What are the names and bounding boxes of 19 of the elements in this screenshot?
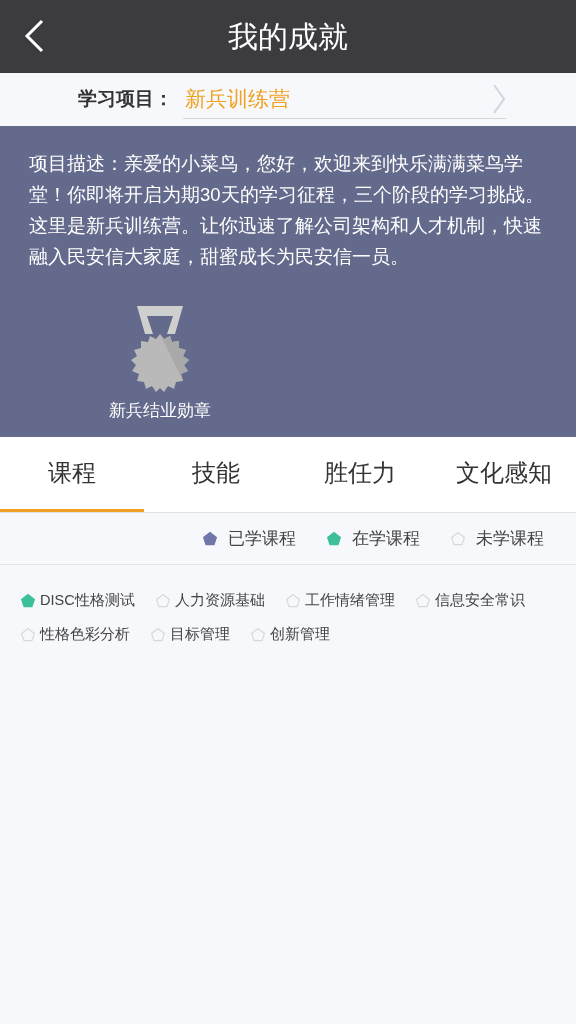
legend-label: 已学课程: [228, 527, 296, 550]
tab[interactable]: 课程: [0, 437, 144, 512]
course-item[interactable]: 创新管理: [250, 625, 330, 644]
tab[interactable]: 技能: [144, 437, 288, 512]
course-item[interactable]: 性格色彩分析: [20, 625, 130, 644]
badge-label: 新兵结业勋章: [109, 399, 211, 422]
page-title: 我的成就: [228, 19, 348, 55]
course-item[interactable]: 工作情绪管理: [284, 591, 395, 610]
legend-label: 未学课程: [476, 527, 544, 550]
course-item[interactable]: 信息安全常识: [414, 591, 525, 610]
course-item[interactable]: DISC性格测试: [20, 591, 135, 610]
legend-label: 在学课程: [352, 527, 420, 550]
chevron-right-icon: [492, 83, 506, 115]
tab[interactable]: 文化感知: [432, 437, 576, 512]
course-item[interactable]: 目标管理: [150, 625, 230, 644]
course-item[interactable]: 人力资源基础: [154, 591, 265, 610]
tab[interactable]: 胜任力: [288, 437, 432, 512]
project-description: 项目描述：亲爱的小菜鸟，您好，欢迎来到快乐满满菜鸟学堂！你即将开启为期30天的学习征程，三个阶段的学习挑战。这里是新兵训练营。让你迅速了解公司架构和人才机制，快速融入民安信大家庭，甜蜜成长为民安信一员。: [29, 152, 545, 269]
project-label: 学习项目：: [78, 87, 173, 112]
